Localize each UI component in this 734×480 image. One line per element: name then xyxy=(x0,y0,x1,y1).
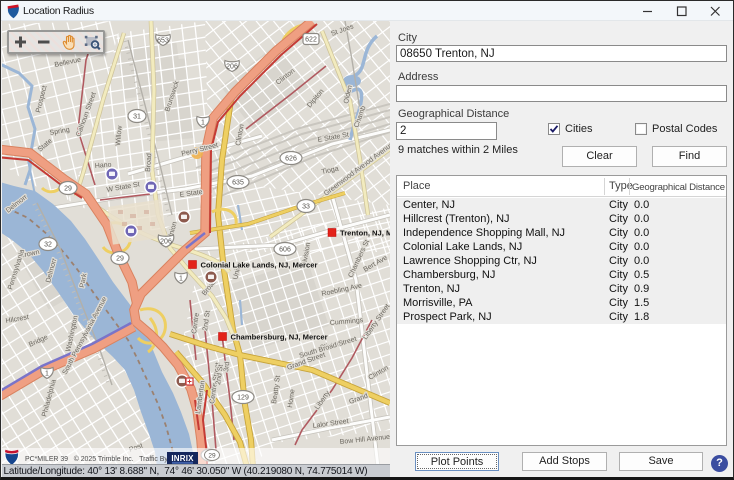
svg-text:Dipiton: Dipiton xyxy=(306,88,325,109)
svg-text:Clinton: Clinton xyxy=(367,365,389,382)
svg-text:Clinton: Clinton xyxy=(235,124,246,147)
svg-text:1: 1 xyxy=(201,119,205,126)
svg-text:Olden: Olden xyxy=(343,85,354,105)
svg-text:St Joes: St Joes xyxy=(330,23,355,38)
svg-text:Philadelphia: Philadelphia xyxy=(41,379,58,418)
svg-text:Pennsylvania: Pennsylvania xyxy=(7,249,26,291)
svg-text:INRIX: INRIX xyxy=(171,454,194,463)
svg-text:Perry Street: Perry Street xyxy=(180,142,218,158)
svg-text:Broad: Broad xyxy=(145,153,153,172)
svg-text:Beatty St: Beatty St xyxy=(271,375,282,404)
svg-text:129: 129 xyxy=(237,394,249,401)
svg-text:606: 606 xyxy=(279,246,291,253)
svg-text:Prospect: Prospect xyxy=(35,85,48,114)
svg-text:31: 31 xyxy=(133,113,141,120)
svg-text:2nd St: 2nd St xyxy=(202,310,212,331)
svg-text:Clinton: Clinton xyxy=(274,68,296,87)
svg-text:Delmorr: Delmorr xyxy=(45,257,58,283)
svg-text:E State St: E State St xyxy=(317,132,349,144)
svg-text:29: 29 xyxy=(64,185,72,192)
svg-text:Tioga: Tioga xyxy=(320,166,338,176)
svg-text:29: 29 xyxy=(208,453,216,460)
svg-text:Chambers St: Chambers St xyxy=(347,239,371,279)
svg-text:Delmorr: Delmorr xyxy=(4,193,28,214)
svg-text:Cummings: Cummings xyxy=(329,317,363,327)
svg-text:W State St: W State St xyxy=(106,181,140,194)
svg-text:32: 32 xyxy=(44,241,52,248)
svg-text:Liberty: Liberty xyxy=(313,390,331,412)
svg-text:653: 653 xyxy=(157,37,169,44)
svg-text:Centre: Centre xyxy=(191,312,201,334)
svg-text:Trenton, NJ, Merc: Trenton, NJ, Merc xyxy=(340,229,390,238)
svg-text:Brunswick: Brunswick xyxy=(164,80,181,113)
svg-text:Bow Hill Avenue: Bow Hill Avenue xyxy=(339,434,390,446)
svg-text:Hilcrest: Hilcrest xyxy=(5,314,29,325)
svg-text:Grand: Grand xyxy=(348,393,369,406)
svg-text:Roebling Ave: Roebling Ave xyxy=(320,283,362,298)
svg-text:Lalor Street: Lalor Street xyxy=(312,418,349,430)
svg-text:622: 622 xyxy=(305,37,317,44)
svg-text:Park: Park xyxy=(79,272,88,288)
svg-text:33: 33 xyxy=(302,203,310,210)
svg-text:Calhoun Street: Calhoun Street xyxy=(75,91,98,137)
svg-text:Liberty Street: Liberty Street xyxy=(361,303,389,341)
svg-text:Lamberton: Lamberton xyxy=(195,380,207,414)
svg-text:Spring: Spring xyxy=(49,127,70,137)
svg-text:Bellevue: Bellevue xyxy=(53,57,81,69)
svg-text:Bridge: Bridge xyxy=(27,334,48,349)
svg-text:1: 1 xyxy=(179,275,183,282)
svg-text:2nd St: 2nd St xyxy=(215,364,225,385)
svg-text:206: 206 xyxy=(160,238,172,245)
svg-text:State: State xyxy=(36,138,53,154)
svg-text:Willow: Willow xyxy=(115,124,124,146)
svg-text:Home: Home xyxy=(287,389,297,409)
svg-text:29: 29 xyxy=(116,255,124,262)
svg-text:E State: E State xyxy=(179,189,203,199)
svg-text:PC*MILER 39 © 2025 Trimble I: PC*MILER 39 © 2025 Trimble Inc. Traffic … xyxy=(25,455,168,463)
svg-text:Colonial Lake Lands, NJ, Merce: Colonial Lake Lands, NJ, Mercer xyxy=(200,261,317,270)
svg-text:Bert Ave: Bert Ave xyxy=(362,254,388,273)
svg-text:Chamb: Chamb xyxy=(353,105,367,129)
svg-text:626: 626 xyxy=(285,155,297,162)
svg-text:Chambersburg, NJ, Mercer: Chambersburg, NJ, Mercer xyxy=(230,333,327,342)
svg-text:1: 1 xyxy=(45,370,49,377)
svg-text:206: 206 xyxy=(226,63,238,70)
svg-text:635: 635 xyxy=(232,179,244,186)
